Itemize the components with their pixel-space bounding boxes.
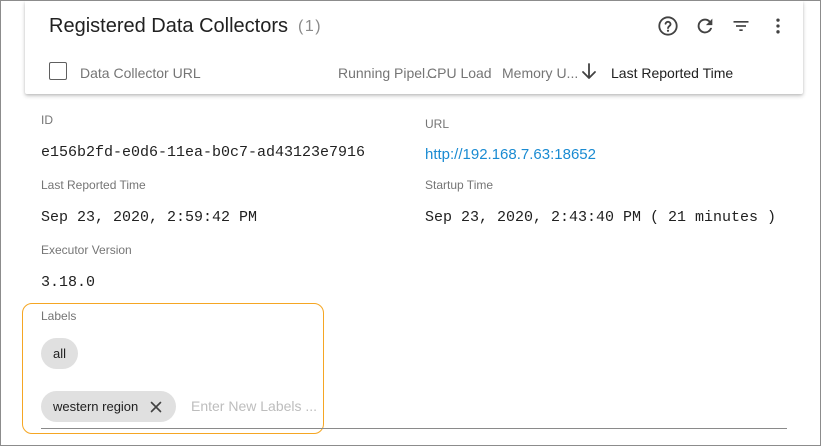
labels-title: Labels [41,309,77,323]
page-title: Registered Data Collectors [49,15,288,37]
column-header-url[interactable]: Data Collector URL [80,65,201,81]
column-header-cpu-load[interactable]: CPU Load [427,65,492,81]
filter-icon [731,16,751,36]
select-all-checkbox[interactable] [49,62,67,80]
filter-button[interactable] [727,12,755,40]
more-options-button[interactable] [764,12,792,40]
header-card: Registered Data Collectors (1) Data Coll… [25,1,803,94]
data-collectors-panel: Registered Data Collectors (1) Data Coll… [0,0,821,446]
input-underline [41,428,787,429]
last-reported-label: Last Reported Time [41,178,146,192]
id-label: ID [41,113,53,127]
more-vert-icon [768,16,788,36]
executor-version-value: 3.18.0 [41,274,96,291]
arrow-down-icon[interactable] [581,63,597,81]
id-value: e156b2fd-e0d6-11ea-b0c7-ad43123e7916 [41,144,366,161]
help-button[interactable] [654,12,682,40]
label-chip-text: all [53,346,67,361]
label-chip-western-region[interactable]: western region [41,391,177,422]
close-icon[interactable] [148,399,164,415]
url-link[interactable]: http://192.168.7.63:18652 [425,146,596,163]
column-header-memory[interactable]: Memory U... [502,65,578,81]
url-label: URL [425,117,450,131]
last-reported-value: Sep 23, 2020, 2:59:42 PM [41,209,258,226]
executor-version-label: Executor Version [41,243,132,257]
help-icon [657,15,679,37]
startup-time-label: Startup Time [425,178,494,192]
refresh-icon [694,15,716,37]
column-header-running-pipelines[interactable]: Running Pipel... [338,65,437,81]
new-label-input[interactable] [191,395,323,417]
collector-count: (1) [298,18,323,35]
refresh-button[interactable] [691,12,719,40]
startup-time-value: Sep 23, 2020, 2:43:40 PM ( 21 minutes ) [425,209,777,226]
label-chip-all[interactable]: all [41,338,79,369]
column-header-last-reported-time[interactable]: Last Reported Time [611,65,733,81]
label-chip-text: western region [53,399,139,414]
